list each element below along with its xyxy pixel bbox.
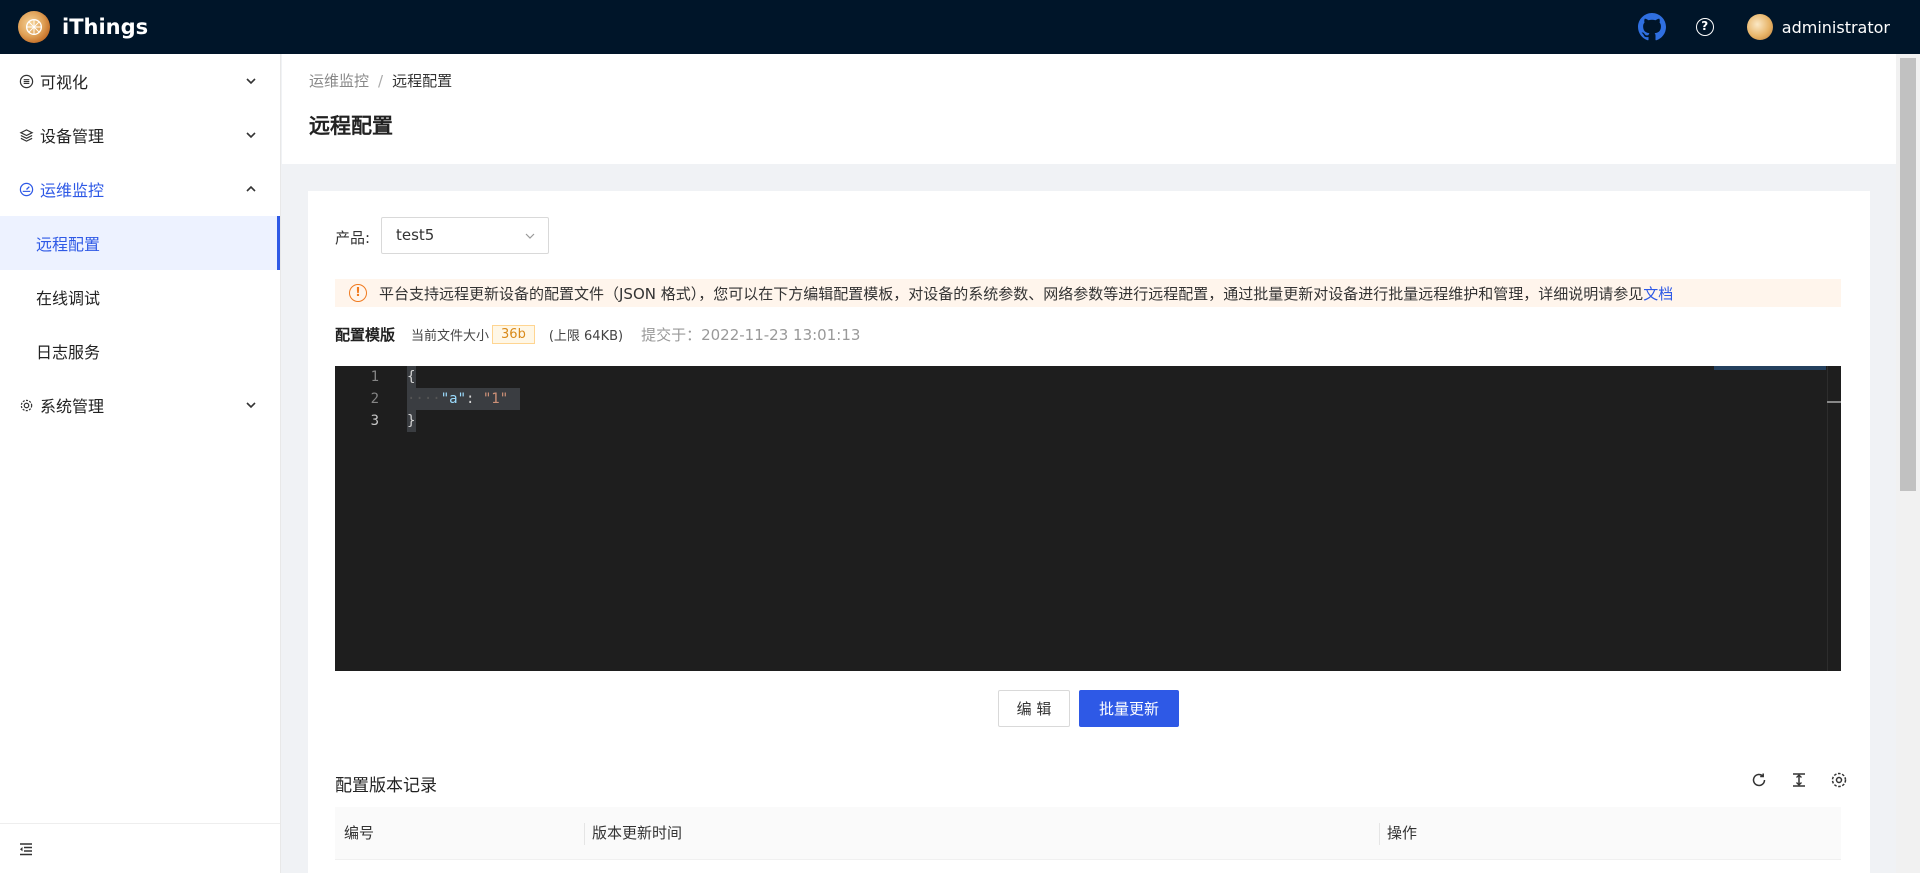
sidebar-item-visualization[interactable]: 可视化 <box>0 54 280 108</box>
help-icon[interactable]: ? <box>1695 18 1714 36</box>
page-scrollbar[interactable] <box>1896 54 1920 873</box>
settings-icon[interactable] <box>1828 769 1850 791</box>
table-header: 编号 版本更新时间 操作 <box>335 807 1841 860</box>
column-header-update-time[interactable]: 版本更新时间 <box>584 807 682 860</box>
info-alert: ! 平台支持远程更新设备的配置文件（JSON 格式），您可以在下方编辑配置模板，… <box>335 279 1841 307</box>
logo-icon <box>18 11 50 43</box>
column-header-actions[interactable]: 操作 <box>1379 807 1417 860</box>
file-size-label: 当前文件大小 <box>411 329 490 344</box>
table-toolbar <box>1730 769 1850 791</box>
column-height-icon[interactable] <box>1788 769 1810 791</box>
sidebar-collapse-button[interactable] <box>0 823 280 873</box>
sidebar-item-label: 系统管理 <box>40 397 105 416</box>
column-header-id[interactable]: 编号 <box>344 807 374 860</box>
chevron-up-icon <box>246 185 256 192</box>
docs-link[interactable]: 文档 <box>1643 283 1673 304</box>
line-number: 3 <box>370 413 379 429</box>
chevron-down-icon <box>246 402 256 409</box>
gear-icon <box>18 397 34 413</box>
sidebar-item-online-debug[interactable]: 在线调试 <box>0 270 280 324</box>
chevron-down-icon <box>246 132 256 139</box>
sidebar-item-label: 远程配置 <box>36 235 101 254</box>
breadcrumb-parent[interactable]: 运维监控 <box>309 72 369 90</box>
batch-update-button[interactable]: 批量更新 <box>1079 690 1179 727</box>
sidebar-item-system[interactable]: 系统管理 <box>0 378 280 432</box>
sidebar-item-label: 设备管理 <box>40 127 105 146</box>
line-number: 1 <box>370 369 379 385</box>
code-line: { <box>407 369 416 385</box>
line-number: 2 <box>370 391 379 407</box>
breadcrumb-separator: / <box>378 72 384 90</box>
alert-text: 平台支持远程更新设备的配置文件（JSON 格式），您可以在下方编辑配置模板，对设… <box>379 284 1644 303</box>
dashboard-icon <box>18 181 34 197</box>
product-select-value: test5 <box>396 226 435 244</box>
sidebar-item-log-service[interactable]: 日志服务 <box>0 324 280 378</box>
reload-icon[interactable] <box>1748 769 1770 791</box>
sidebar-item-label: 日志服务 <box>36 343 101 362</box>
editor-scrollbar[interactable] <box>1827 366 1841 671</box>
user-name[interactable]: administrator <box>1782 18 1890 37</box>
editor-minimap[interactable] <box>1714 366 1826 370</box>
sidebar-item-label: 可视化 <box>40 73 89 92</box>
page-title: 远程配置 <box>309 114 393 138</box>
chevron-down-icon <box>246 78 256 85</box>
history-title: 配置版本记录 <box>335 776 437 796</box>
code-line: } <box>407 413 416 429</box>
github-icon[interactable] <box>1637 13 1666 41</box>
sidebar: 可视化 设备管理 运维监控 远程配置 在线调试 日志服务 系统管理 <box>0 54 281 873</box>
code-line: ····"a": "1" <box>407 391 509 407</box>
template-title: 配置模版 <box>335 326 396 344</box>
file-size-limit: (上限 64KB) <box>548 329 624 344</box>
edit-button[interactable]: 编 辑 <box>998 690 1070 727</box>
app-name: iThings <box>62 15 149 39</box>
submitted-time: 提交于：2022-11-23 13:01:13 <box>641 326 861 344</box>
file-size-badge: 36b <box>492 325 535 344</box>
product-select[interactable]: test5 <box>381 217 549 254</box>
product-label: 产品: <box>335 229 371 247</box>
layers-icon <box>18 127 34 143</box>
avatar[interactable] <box>1746 14 1773 40</box>
exclamation-circle-icon: ! <box>349 284 367 302</box>
sidebar-item-ops[interactable]: 运维监控 <box>0 162 280 216</box>
sidebar-item-label: 运维监控 <box>40 181 105 200</box>
json-code-editor[interactable]: 1 { 2 ····"a": "1" 3 } <box>335 366 1841 671</box>
top-header: iThings ? administrator <box>0 0 1920 54</box>
config-card: 产品: test5 ! 平台支持远程更新设备的配置文件（JSON 格式），您可以… <box>308 191 1870 873</box>
menu-fold-icon <box>20 842 32 855</box>
scrollbar-thumb[interactable] <box>1900 58 1916 491</box>
sidebar-item-devices[interactable]: 设备管理 <box>0 108 280 162</box>
page-header: 运维监控 / 远程配置 远程配置 <box>282 54 1896 164</box>
list-circle-icon <box>18 73 34 89</box>
breadcrumb-current: 远程配置 <box>392 72 453 90</box>
sidebar-item-remote-config[interactable]: 远程配置 <box>0 216 280 270</box>
sidebar-item-label: 在线调试 <box>36 289 101 308</box>
template-meta: 配置模版 当前文件大小 36b (上限 64KB) 提交于：2022-11-23… <box>335 324 860 345</box>
app-logo[interactable]: iThings <box>18 11 148 43</box>
breadcrumb: 运维监控 / 远程配置 <box>309 70 452 91</box>
chevron-down-icon <box>525 233 535 239</box>
